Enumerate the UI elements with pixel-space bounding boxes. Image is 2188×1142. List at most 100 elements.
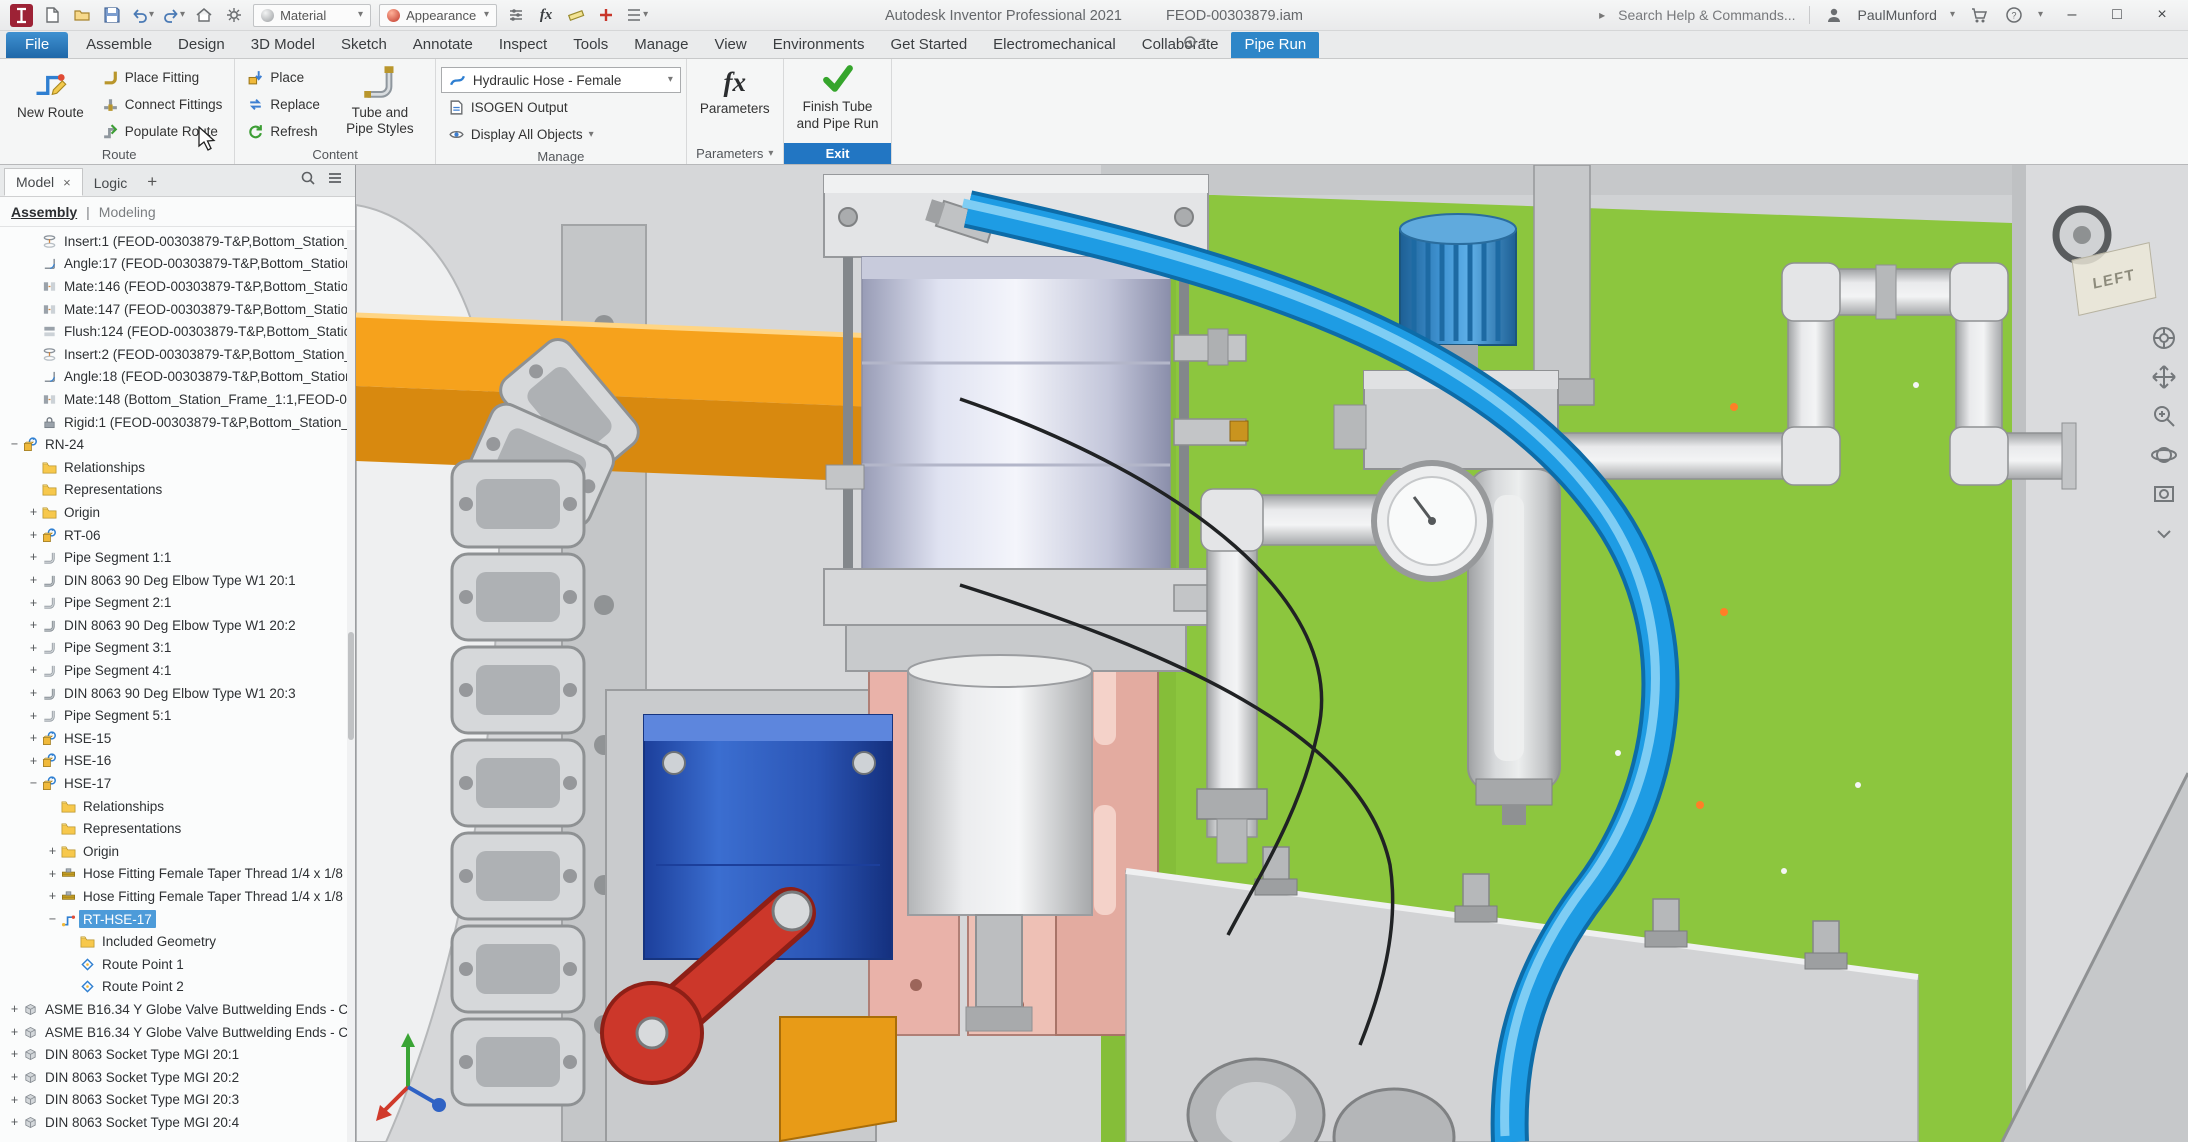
tree-item[interactable]: Angle:18 (FEOD-00303879-T&P,Bottom_Stati… — [0, 366, 355, 389]
viewport-3d[interactable]: LEFT — [356, 165, 2188, 1142]
tree-expander[interactable]: − — [44, 913, 61, 926]
tree-item[interactable]: +Pipe Segment 5:1 — [0, 704, 355, 727]
ribbon-options-button[interactable]: ▾ — [1183, 35, 1206, 49]
home-button[interactable] — [193, 3, 215, 27]
tree-item[interactable]: Included Geometry — [0, 930, 355, 953]
tree-expander[interactable]: + — [25, 687, 42, 700]
window-maximize-button[interactable]: □ — [2101, 3, 2133, 27]
tree-expander[interactable]: + — [25, 664, 42, 677]
place-fitting-button[interactable]: Place Fitting — [95, 64, 230, 91]
tree-expander[interactable]: + — [6, 1048, 23, 1061]
tree-expander[interactable]: + — [44, 845, 61, 858]
save-button[interactable] — [101, 3, 123, 27]
tree-item[interactable]: Insert:1 (FEOD-00303879-T&P,Bottom_Stati… — [0, 230, 355, 253]
tree-item[interactable]: Representations — [0, 817, 355, 840]
tree-expander[interactable]: + — [25, 551, 42, 564]
tree-item[interactable]: +HSE-15 — [0, 727, 355, 750]
material-combo[interactable]: Material ▾ — [253, 4, 371, 27]
tree-item[interactable]: Representations — [0, 479, 355, 502]
connect-fittings-button[interactable]: Connect Fittings — [95, 91, 230, 118]
search-icon[interactable] — [300, 170, 316, 191]
help-icon[interactable]: ? — [2003, 3, 2025, 27]
orbit-icon[interactable] — [2149, 440, 2179, 470]
add-tab-button[interactable]: + — [138, 172, 166, 196]
tree-item[interactable]: Route Point 1 — [0, 953, 355, 976]
tree-item[interactable]: Angle:17 (FEOD-00303879-T&P,Bottom_Stati… — [0, 253, 355, 276]
replace-button[interactable]: Replace — [240, 91, 327, 118]
tree-item[interactable]: +DIN 8063 Socket Type MGI 20:2 — [0, 1066, 355, 1089]
tree-expander[interactable]: − — [25, 777, 42, 790]
pipe-style-combo[interactable]: Hydraulic Hose - Female ▾ — [441, 67, 681, 93]
tab-sketch[interactable]: Sketch — [328, 32, 400, 58]
isogen-output-button[interactable]: ISOGEN Output — [441, 94, 681, 121]
tree-item[interactable]: Route Point 2 — [0, 976, 355, 999]
tree-item[interactable]: +Pipe Segment 1:1 — [0, 546, 355, 569]
tree-item[interactable]: +DIN 8063 90 Deg Elbow Type W1 20:2 — [0, 614, 355, 637]
appearance-combo[interactable]: Appearance ▾ — [379, 4, 497, 27]
tree-expander[interactable]: + — [6, 1094, 23, 1107]
tree-item[interactable]: +DIN 8063 Socket Type MGI 20:3 — [0, 1089, 355, 1112]
tab-get-started[interactable]: Get Started — [877, 32, 980, 58]
add-button[interactable] — [595, 3, 617, 27]
close-icon[interactable]: × — [63, 175, 71, 190]
inventor-logo[interactable] — [10, 3, 33, 27]
tree-item[interactable]: Mate:148 (Bottom_Station_Frame_1:1,FEOD-… — [0, 388, 355, 411]
fx-parameters-button[interactable]: fx — [535, 3, 557, 27]
tree-item[interactable]: +Pipe Segment 4:1 — [0, 659, 355, 682]
zoom-icon[interactable] — [2149, 401, 2179, 431]
window-minimize-button[interactable]: – — [2056, 3, 2088, 27]
finish-tube-pipe-run-button[interactable]: Finish Tube and Pipe Run — [789, 61, 887, 133]
tab-annotate[interactable]: Annotate — [400, 32, 486, 58]
tree-item[interactable]: +DIN 8063 Socket Type MGI 20:1 — [0, 1043, 355, 1066]
tab-file[interactable]: File — [6, 32, 68, 58]
tree-expander[interactable]: + — [25, 755, 42, 768]
display-all-objects-button[interactable]: Display All Objects ▾ — [441, 121, 681, 148]
tree-item[interactable]: +Origin — [0, 840, 355, 863]
tree-expander[interactable]: + — [44, 890, 61, 903]
adjust-button[interactable] — [505, 3, 527, 27]
redo-button[interactable]: ▾ — [162, 3, 185, 27]
tube-pipe-styles-button[interactable]: Tube and Pipe Styles — [330, 61, 430, 138]
mode-assembly[interactable]: Assembly — [11, 204, 77, 220]
tree-item[interactable]: +Origin — [0, 501, 355, 524]
tree-expander[interactable]: + — [6, 1003, 23, 1016]
parameters-group-label[interactable]: Parameters▾ — [692, 143, 778, 164]
tree-item[interactable]: Mate:147 (FEOD-00303879-T&P,Bottom_Stati… — [0, 298, 355, 321]
tree-expander[interactable]: + — [25, 732, 42, 745]
tab-pipe-run[interactable]: Pipe Run — [1231, 32, 1319, 58]
list-options-button[interactable]: ▾ — [625, 3, 648, 27]
tree-expander[interactable]: + — [25, 619, 42, 632]
settings-gear-icon[interactable] — [223, 3, 245, 27]
tree-expander[interactable]: + — [6, 1116, 23, 1129]
tree-expander[interactable]: + — [25, 710, 42, 723]
place-button[interactable]: Place — [240, 64, 327, 91]
tree-item[interactable]: Rigid:1 (FEOD-00303879-T&P,Bottom_Statio… — [0, 411, 355, 434]
tab-assemble[interactable]: Assemble — [73, 32, 165, 58]
collapse-arrow-icon[interactable]: ▸ — [1599, 9, 1605, 21]
scrollbar-thumb[interactable] — [348, 632, 354, 740]
tree-expander[interactable]: − — [6, 438, 23, 451]
tab-inspect[interactable]: Inspect — [486, 32, 560, 58]
parameters-button[interactable]: fx Parameters — [692, 61, 778, 117]
tree-expander[interactable]: + — [25, 597, 42, 610]
tree-item[interactable]: −HSE-17 — [0, 772, 355, 795]
chevron-down-icon[interactable]: ▾ — [1950, 10, 1955, 20]
tab-logic[interactable]: Logic — [83, 170, 138, 196]
tree-item[interactable]: +HSE-16 — [0, 750, 355, 773]
navigation-wheel-icon[interactable] — [2149, 323, 2179, 353]
tree-item[interactable]: +Pipe Segment 2:1 — [0, 592, 355, 615]
chevron-down-icon[interactable] — [2149, 518, 2179, 548]
tab-electromechanical[interactable]: Electromechanical — [980, 32, 1129, 58]
chevron-down-icon[interactable]: ▾ — [2038, 10, 2043, 20]
search-input[interactable]: Search Help & Commands... — [1618, 7, 1795, 23]
tree-item[interactable]: −RN-24 — [0, 433, 355, 456]
pan-icon[interactable] — [2149, 362, 2179, 392]
mode-modeling[interactable]: Modeling — [99, 204, 156, 220]
tab-3d-model[interactable]: 3D Model — [238, 32, 328, 58]
window-close-button[interactable]: × — [2146, 3, 2178, 27]
tab-model[interactable]: Model × — [4, 168, 83, 196]
tree-item[interactable]: +DIN 8063 90 Deg Elbow Type W1 20:1 — [0, 569, 355, 592]
tree-item[interactable]: +ASME B16.34 Y Globe Valve Buttwelding E… — [0, 1021, 355, 1044]
tree-item[interactable]: +DIN 8063 Socket Type MGI 20:4 — [0, 1111, 355, 1134]
tab-manage[interactable]: Manage — [621, 32, 701, 58]
